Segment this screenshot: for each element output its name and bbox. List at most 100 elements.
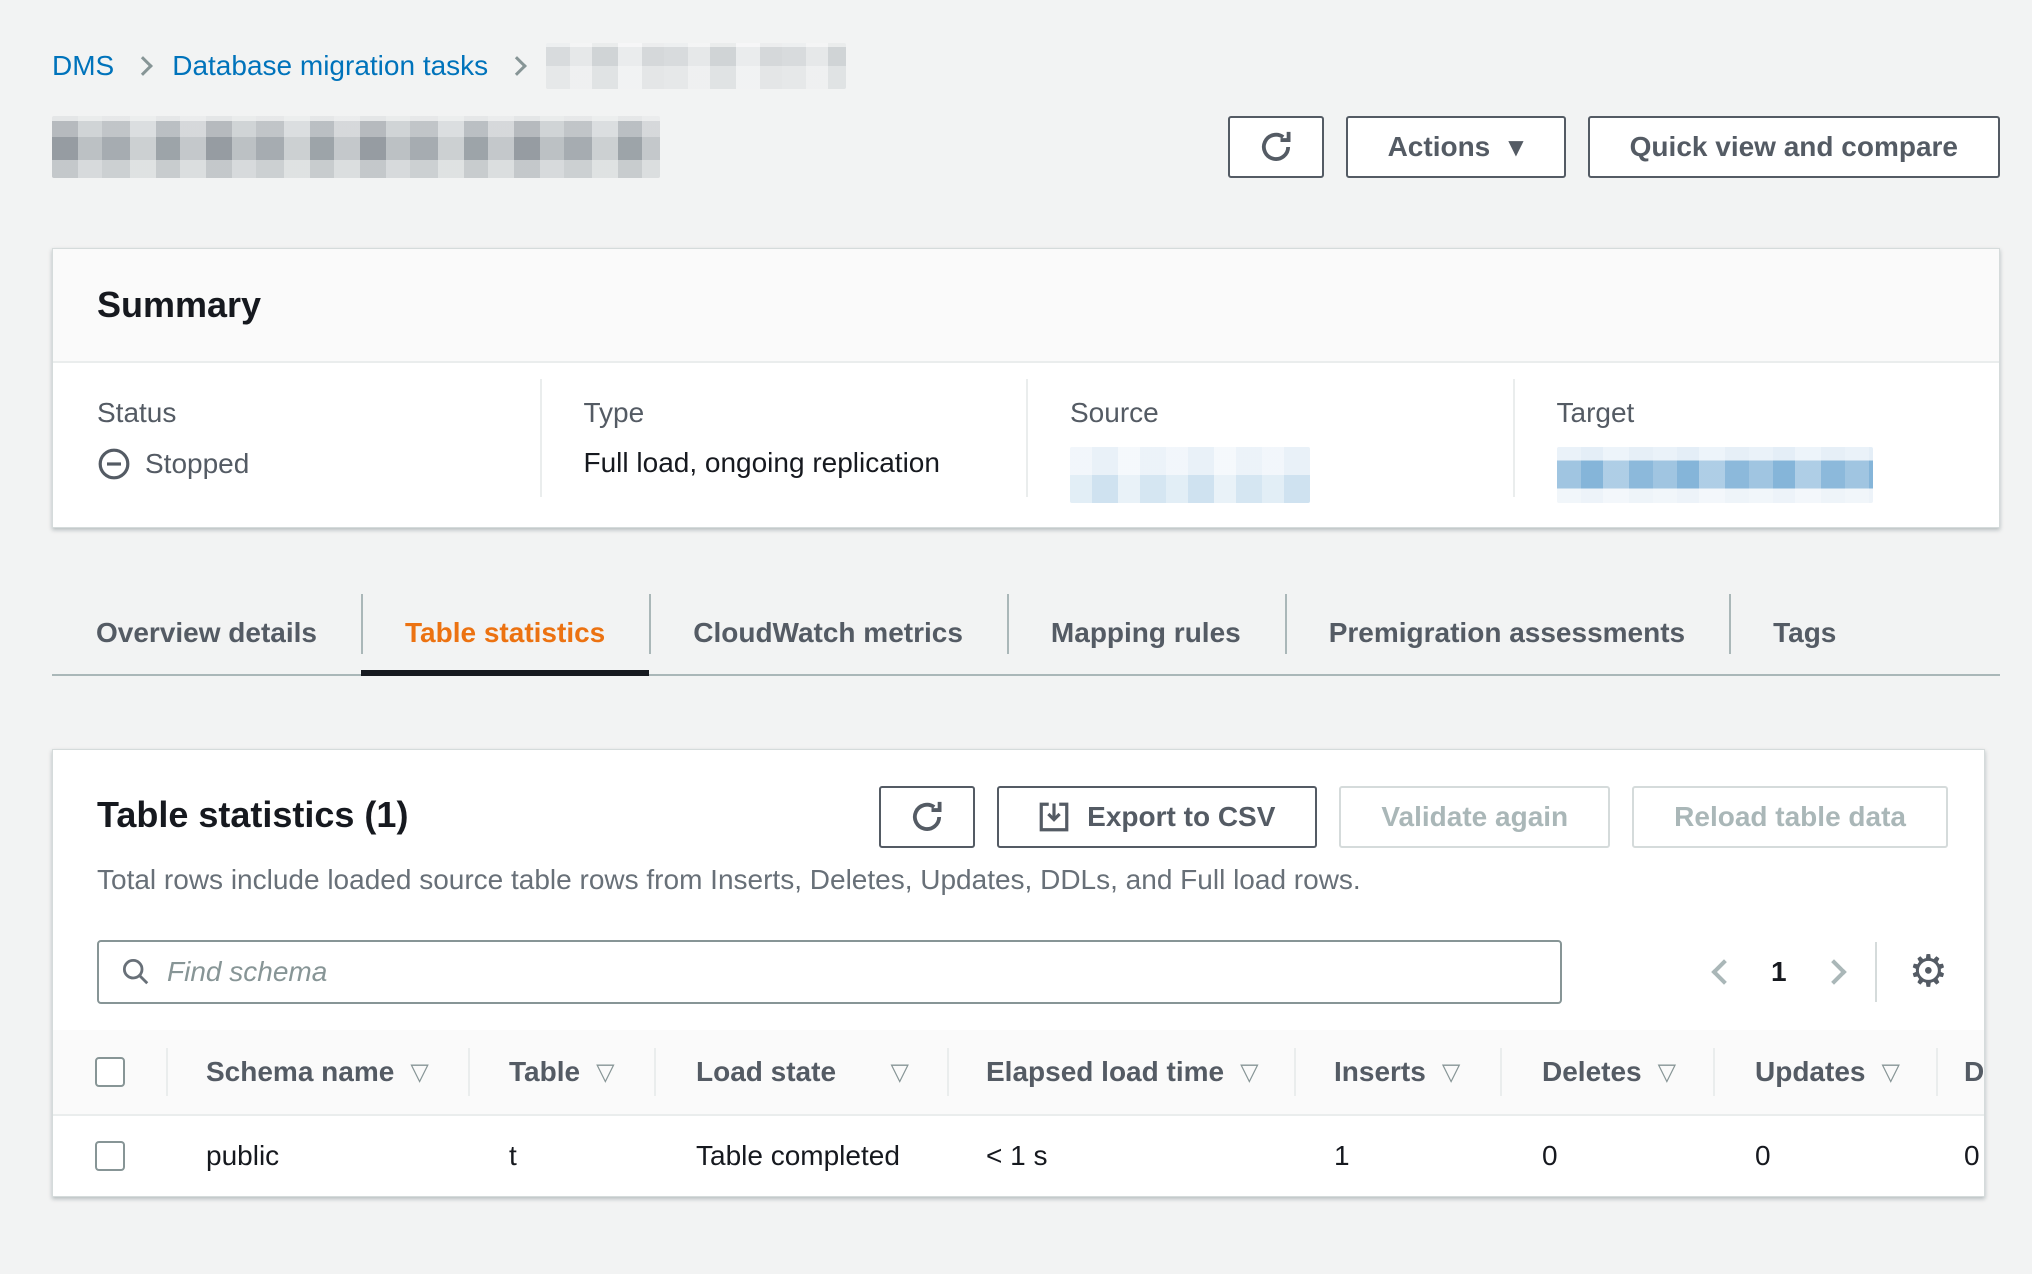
tab-mapping-rules[interactable]: Mapping rules	[1007, 592, 1285, 674]
cell-table: t	[468, 1116, 654, 1196]
export-to-csv-label: Export to CSV	[1087, 801, 1275, 833]
page-header: Actions ▼ Quick view and compare	[52, 116, 2000, 178]
source-value-redacted	[1070, 447, 1310, 503]
type-value: Full load, ongoing replication	[584, 447, 1027, 479]
cell-load-state: Table completed	[654, 1116, 947, 1196]
sort-icon[interactable]: ▽	[596, 1058, 614, 1086]
tab-premigration-assessments[interactable]: Premigration assessments	[1285, 592, 1729, 674]
pagination-divider	[1875, 942, 1877, 1002]
column-label: Load state	[696, 1056, 836, 1088]
column-header-schema-name[interactable]: Schema name ▽	[166, 1030, 468, 1114]
summary-field-source: Source	[1026, 363, 1513, 525]
search-icon	[121, 957, 151, 987]
current-page-number: 1	[1771, 956, 1787, 988]
sort-icon[interactable]: ▽	[891, 1058, 909, 1086]
column-label: Elapsed load time	[986, 1056, 1224, 1088]
tab-overview-details[interactable]: Overview details	[52, 592, 361, 674]
summary-card: Summary Status Stopped Type Full load, o…	[52, 248, 2000, 528]
table-statistics-actions: Export to CSV Validate again Reload tabl…	[879, 786, 1948, 848]
column-label: Inserts	[1334, 1056, 1426, 1088]
breadcrumb-link-database-migration-tasks[interactable]: Database migration tasks	[172, 50, 488, 82]
breadcrumb-current-item-redacted	[546, 43, 846, 89]
status-text: Stopped	[145, 448, 249, 480]
pagination: 1 ⚙	[1715, 942, 1948, 1002]
column-header-table[interactable]: Table ▽	[468, 1030, 654, 1114]
export-to-csv-button[interactable]: Export to CSV	[997, 786, 1317, 848]
schema-search-box	[97, 940, 1562, 1004]
column-header-load-state[interactable]: Load state ▽	[654, 1030, 947, 1114]
sort-icon[interactable]: ▽	[1658, 1058, 1676, 1086]
status-value: Stopped	[97, 447, 540, 481]
table-row: public t Table completed < 1 s 1 0 0 0	[53, 1116, 1984, 1196]
quick-view-and-compare-button[interactable]: Quick view and compare	[1588, 116, 2000, 178]
column-header-ddls[interactable]: DDLs	[1936, 1030, 1985, 1114]
cell-updates: 0	[1713, 1116, 1936, 1196]
page-title-redacted	[52, 116, 660, 178]
row-select-cell	[53, 1116, 166, 1196]
sort-icon[interactable]: ▽	[410, 1058, 428, 1086]
column-header-inserts[interactable]: Inserts ▽	[1294, 1030, 1500, 1114]
source-label: Source	[1070, 397, 1513, 429]
table-statistics-title: Table statistics (1)	[97, 786, 408, 836]
select-all-cell	[53, 1030, 166, 1114]
tab-cloudwatch-metrics[interactable]: CloudWatch metrics	[649, 592, 1007, 674]
cell-inserts: 1	[1294, 1116, 1500, 1196]
table-statistics-panel: Table statistics (1) Export to CSV Valid…	[52, 749, 1985, 1197]
target-label: Target	[1557, 397, 2000, 429]
column-label: Table	[509, 1056, 580, 1088]
column-header-updates[interactable]: Updates ▽	[1713, 1030, 1936, 1114]
previous-page-button[interactable]	[1711, 959, 1736, 984]
actions-button[interactable]: Actions ▼	[1346, 116, 1566, 178]
column-header-elapsed-load-time[interactable]: Elapsed load time ▽	[947, 1030, 1294, 1114]
tab-table-statistics[interactable]: Table statistics	[361, 592, 649, 674]
sort-icon[interactable]: ▽	[1442, 1058, 1460, 1086]
sort-icon[interactable]: ▽	[1881, 1058, 1899, 1086]
refresh-icon	[1258, 129, 1294, 165]
find-schema-input[interactable]	[167, 942, 1560, 1002]
summary-title: Summary	[97, 284, 261, 326]
breadcrumb-link-dms[interactable]: DMS	[52, 50, 114, 82]
table-toolbar: 1 ⚙	[53, 940, 1984, 1004]
chevron-right-icon	[507, 56, 527, 76]
type-label: Type	[584, 397, 1027, 429]
tab-bar: Overview details Table statistics CloudW…	[52, 592, 2000, 676]
source-value	[1070, 447, 1513, 503]
chevron-right-icon	[133, 56, 153, 76]
column-label: Deletes	[1542, 1056, 1642, 1088]
summary-field-target: Target	[1513, 363, 2000, 525]
table-refresh-button[interactable]	[879, 786, 975, 848]
target-value-redacted	[1557, 447, 1873, 503]
summary-body: Status Stopped Type Full load, ongoing r…	[53, 363, 1999, 525]
select-all-checkbox[interactable]	[95, 1057, 125, 1087]
reload-table-data-button[interactable]: Reload table data	[1632, 786, 1948, 848]
table-header-row: Schema name ▽ Table ▽ Load state ▽ Elaps…	[53, 1030, 1984, 1116]
header-actions: Actions ▼ Quick view and compare	[1228, 116, 2000, 178]
refresh-button[interactable]	[1228, 116, 1324, 178]
column-label: Updates	[1755, 1056, 1865, 1088]
status-label: Status	[97, 397, 540, 429]
column-label: Schema name	[206, 1056, 394, 1088]
column-header-deletes[interactable]: Deletes ▽	[1500, 1030, 1713, 1114]
cell-elapsed-load-time: < 1 s	[947, 1116, 1294, 1196]
export-download-icon	[1039, 802, 1069, 832]
summary-card-header: Summary	[53, 249, 1999, 363]
row-checkbox[interactable]	[95, 1141, 125, 1171]
chevron-down-icon: ▼	[1508, 137, 1523, 157]
settings-gear-button[interactable]: ⚙	[1909, 950, 1948, 994]
cell-ddls: 0	[1936, 1116, 1985, 1196]
table-statistics-description: Total rows include loaded source table r…	[53, 864, 1984, 896]
refresh-icon	[909, 799, 945, 835]
next-page-button[interactable]	[1821, 959, 1846, 984]
cell-schema-name: public	[166, 1116, 468, 1196]
target-value	[1557, 447, 2000, 503]
column-label: DDLs	[1964, 1056, 1985, 1088]
summary-field-type: Type Full load, ongoing replication	[540, 363, 1027, 525]
breadcrumb: DMS Database migration tasks	[52, 0, 2000, 90]
table-statistics-header: Table statistics (1) Export to CSV Valid…	[53, 750, 1984, 848]
sort-icon[interactable]: ▽	[1240, 1058, 1258, 1086]
actions-button-label: Actions	[1388, 131, 1491, 163]
validate-again-button[interactable]: Validate again	[1339, 786, 1610, 848]
cell-deletes: 0	[1500, 1116, 1713, 1196]
tab-tags[interactable]: Tags	[1729, 592, 1880, 674]
stopped-icon	[97, 447, 131, 481]
